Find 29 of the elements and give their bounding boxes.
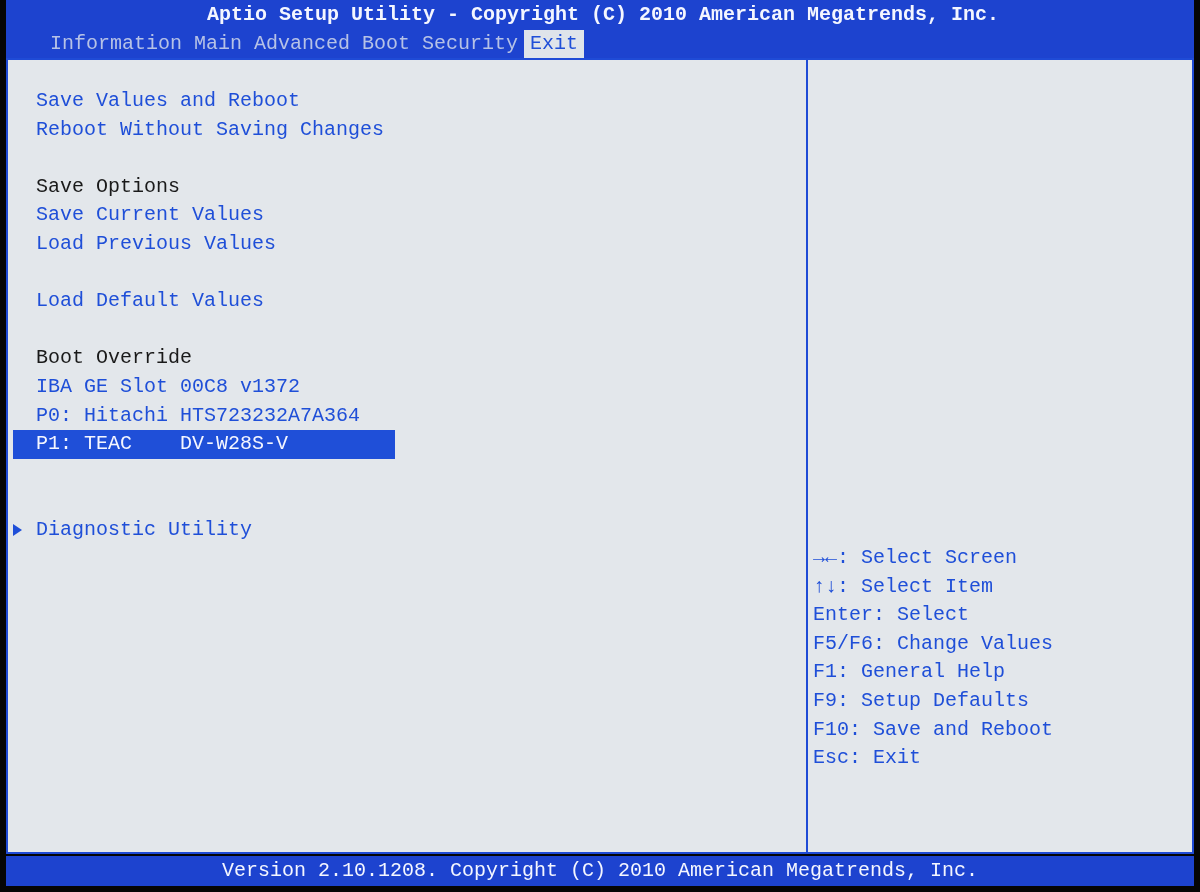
key-help-text: F10: Save and Reboot (813, 716, 1055, 743)
submenu-arrow-icon (13, 524, 22, 536)
menu-option[interactable]: Load Default Values (13, 287, 395, 316)
menu-option[interactable]: Save Current Values (13, 201, 395, 230)
key-help-text: Esc: Exit (813, 745, 923, 772)
key-help-text: F9: Setup Defaults (813, 687, 1031, 714)
menu-option[interactable]: IBA GE Slot 00C8 v1372 (13, 372, 395, 402)
section-heading: Boot Override (35, 345, 194, 372)
menu-option[interactable]: Save Values and Reboot (13, 87, 395, 116)
key-help-text: F1: General Help (813, 659, 1007, 686)
menu-option[interactable]: Reboot Without Saving Changes (13, 115, 395, 145)
menu-option[interactable]: Load Previous Values (13, 229, 395, 259)
menu-tab[interactable]: Boot (356, 30, 417, 58)
menu-option[interactable]: P1: TEAC DV-W28S-V (13, 430, 395, 459)
footer-text: Version 2.10.1208. Copyright (C) 2010 American Megatrends, Inc. (6, 856, 1194, 886)
key-help-text: F5/F6: Change Values (813, 630, 1055, 657)
submenu-item[interactable]: Diagnostic Utility (13, 515, 395, 545)
menu-tab[interactable]: Information (44, 30, 189, 58)
key-help-text: ↑↓: Select Item (813, 573, 995, 600)
submenu-label: Diagnostic Utility (36, 516, 253, 543)
menu-tab[interactable]: Exit (524, 30, 585, 58)
key-help-text: Enter: Select (813, 602, 971, 629)
menu-option[interactable]: P0: Hitachi HTS723232A7A364 (13, 401, 395, 431)
menu-tab[interactable]: Security (416, 30, 525, 58)
section-heading: Save Options (35, 173, 182, 200)
window-title: Aptio Setup Utility - Copyright (C) 2010 American Megatrends, Inc. (205, 2, 1000, 28)
menu-tab[interactable]: Advanced (248, 30, 357, 58)
menu-tab[interactable]: Main (188, 30, 249, 58)
key-help-text: →←: Select Screen (813, 545, 1019, 571)
